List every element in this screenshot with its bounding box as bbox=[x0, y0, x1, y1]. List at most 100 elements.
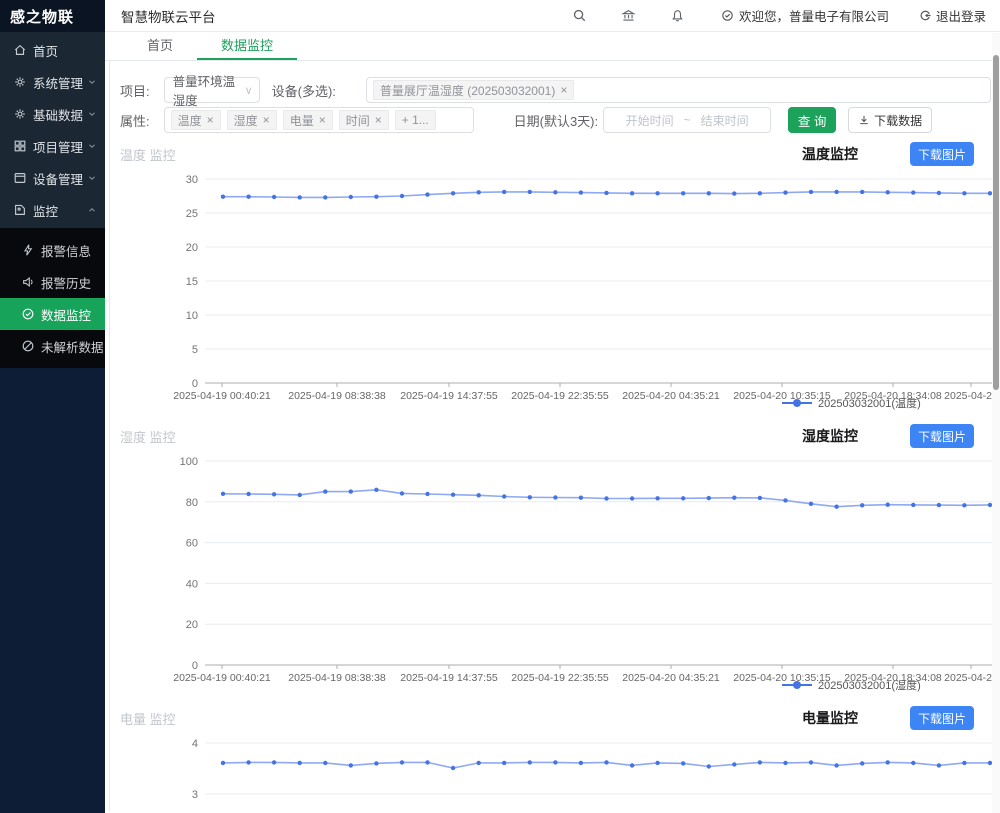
chart-title: 温度监控 bbox=[802, 144, 858, 164]
date-start-placeholder: 开始时间 bbox=[626, 112, 674, 129]
content-panel: 项目: 普量环境温湿度 ∨ 设备(多选): 普量展厅温湿度 (202503032… bbox=[109, 61, 1000, 811]
chart-watermark: 电量 监控 bbox=[120, 709, 802, 728]
sidebar-item-home[interactable]: 首页 bbox=[0, 34, 105, 66]
chart-header: 湿度 监控 湿度监控 下载图片 bbox=[110, 423, 1000, 449]
lightning-icon bbox=[21, 243, 35, 257]
svg-text:2025-04-21: 2025-04-21 bbox=[944, 672, 998, 684]
app-logo: 感之物联 bbox=[0, 0, 105, 32]
remove-tag-icon[interactable]: × bbox=[560, 84, 567, 96]
svg-text:202503032001(湿度): 202503032001(湿度) bbox=[818, 678, 921, 692]
download-image-button[interactable]: 下载图片 bbox=[910, 706, 974, 730]
logout-label: 退出登录 bbox=[936, 6, 986, 25]
gear-icon bbox=[13, 75, 27, 89]
svg-text:2025-04-20 10:35:15: 2025-04-20 10:35:15 bbox=[733, 390, 831, 402]
chart-section-battery: 电量 监控 电量监控 下载图片 43 bbox=[110, 705, 1000, 813]
tag-icon bbox=[13, 203, 27, 217]
query-button[interactable]: 查 询 bbox=[788, 107, 836, 133]
download-icon bbox=[858, 114, 870, 126]
topbar: 智慧物联云平台 欢迎您，普量电子有限公司 退出登录 bbox=[105, 0, 1000, 32]
bell-icon[interactable] bbox=[670, 8, 685, 23]
logout-icon bbox=[919, 9, 932, 22]
date-end-placeholder: 结束时间 bbox=[701, 112, 749, 129]
svg-text:15: 15 bbox=[186, 276, 198, 288]
svg-text:2025-04-20 04:35:21: 2025-04-20 04:35:21 bbox=[622, 672, 720, 684]
chart-watermark: 温度 监控 bbox=[120, 145, 802, 164]
tab-data-monitor[interactable]: 数据监控 bbox=[197, 32, 297, 60]
sidebar-item-system-mgmt[interactable]: 系统管理 bbox=[0, 66, 105, 98]
remove-tag-icon[interactable]: × bbox=[263, 114, 270, 126]
home-icon bbox=[13, 43, 27, 57]
device-label: 设备(多选): bbox=[272, 81, 336, 100]
sidebar-item-alarm-history[interactable]: 报警历史 bbox=[0, 266, 105, 298]
sidebar-filler bbox=[0, 368, 105, 813]
attr-tag: 时间 × bbox=[339, 110, 389, 130]
sidebar-item-data-monitor[interactable]: 数据监控 bbox=[0, 298, 105, 330]
chevron-down-icon bbox=[87, 109, 97, 119]
svg-text:25: 25 bbox=[186, 208, 198, 220]
chart-section-humidity: 湿度 监控 湿度监控 下载图片 0204060801002025-04-19 0… bbox=[110, 423, 1000, 697]
sidebar-item-unparsed-data[interactable]: 未解析数据 bbox=[0, 330, 105, 362]
sidebar-item-alarm-info[interactable]: 报警信息 bbox=[0, 234, 105, 266]
download-data-button[interactable]: 下载数据 bbox=[848, 107, 932, 133]
svg-text:2025-04-19 08:38:38: 2025-04-19 08:38:38 bbox=[288, 390, 386, 402]
sidebar-item-monitor[interactable]: 监控 bbox=[0, 194, 105, 226]
sidebar-item-base-data[interactable]: 基础数据 bbox=[0, 98, 105, 130]
svg-text:60: 60 bbox=[186, 538, 198, 550]
tab-home[interactable]: 首页 bbox=[123, 32, 197, 60]
svg-text:2025-04-19 00:40:21: 2025-04-19 00:40:21 bbox=[173, 672, 271, 684]
svg-text:202503032001(温度): 202503032001(温度) bbox=[818, 396, 921, 410]
attr-multiselect[interactable]: 温度 × 湿度 × 电量 × 时间 × + 1... bbox=[164, 107, 474, 133]
project-select-value: 普量环境温湿度 bbox=[173, 71, 245, 109]
svg-text:3: 3 bbox=[192, 789, 198, 801]
attr-label: 属性: bbox=[120, 111, 150, 130]
check-circle-icon bbox=[721, 9, 734, 22]
chart-header: 电量 监控 电量监控 下载图片 bbox=[110, 705, 1000, 731]
download-image-button[interactable]: 下载图片 bbox=[910, 142, 974, 166]
svg-text:0: 0 bbox=[192, 660, 198, 672]
search-icon[interactable] bbox=[572, 8, 587, 23]
welcome-area: 欢迎您，普量电子有限公司 bbox=[721, 6, 889, 25]
tabbar: 首页 数据监控 bbox=[105, 32, 1000, 61]
device-tag: 普量展厅温湿度 (202503032001) × bbox=[373, 80, 574, 100]
attr-tag: 温度 × bbox=[171, 110, 221, 130]
chevron-down-icon: ∨ bbox=[245, 84, 253, 97]
svg-text:0: 0 bbox=[192, 378, 198, 390]
speaker-icon bbox=[21, 275, 35, 289]
attr-tag: 电量 × bbox=[283, 110, 333, 130]
svg-text:2025-04-19 22:35:55: 2025-04-19 22:35:55 bbox=[511, 672, 609, 684]
remove-tag-icon[interactable]: × bbox=[207, 114, 214, 126]
scrollbar-thumb[interactable] bbox=[993, 55, 999, 390]
svg-text:2025-04-19 00:40:21: 2025-04-19 00:40:21 bbox=[173, 390, 271, 402]
scrollbar-track[interactable] bbox=[992, 33, 1000, 813]
chart-title: 电量监控 bbox=[802, 708, 858, 728]
date-range-input[interactable]: 开始时间 ~ 结束时间 bbox=[603, 107, 771, 133]
device-multiselect[interactable]: 普量展厅温湿度 (202503032001) × bbox=[366, 77, 991, 103]
topbar-actions: 欢迎您，普量电子有限公司 退出登录 bbox=[538, 6, 986, 25]
organization-icon[interactable] bbox=[621, 8, 636, 23]
chart-header: 温度 监控 温度监控 下载图片 bbox=[110, 141, 1000, 167]
page-title: 智慧物联云平台 bbox=[121, 6, 538, 26]
chevron-down-icon bbox=[87, 173, 97, 183]
project-select[interactable]: 普量环境温湿度 ∨ bbox=[164, 77, 260, 103]
welcome-text: 欢迎您，普量电子有限公司 bbox=[739, 6, 889, 25]
grid-icon bbox=[13, 139, 27, 153]
svg-text:20: 20 bbox=[186, 619, 198, 631]
download-image-button[interactable]: 下载图片 bbox=[910, 424, 974, 448]
project-label: 项目: bbox=[120, 81, 150, 100]
sidebar-item-project-mgmt[interactable]: 项目管理 bbox=[0, 130, 105, 162]
filter-row-attrs: 属性: 温度 × 湿度 × 电量 × 时间 bbox=[120, 107, 1000, 133]
remove-tag-icon[interactable]: × bbox=[375, 114, 382, 126]
chevron-down-icon bbox=[87, 77, 97, 87]
remove-tag-icon[interactable]: × bbox=[319, 114, 326, 126]
attr-more-tag: + 1... bbox=[395, 110, 436, 130]
svg-text:2025-04-19 14:37:55: 2025-04-19 14:37:55 bbox=[400, 672, 498, 684]
gear-icon bbox=[13, 107, 27, 121]
main-area: 智慧物联云平台 欢迎您，普量电子有限公司 退出登录 bbox=[105, 0, 1000, 813]
chart-watermark: 湿度 监控 bbox=[120, 427, 802, 446]
chevron-down-icon bbox=[87, 141, 97, 151]
logout-button[interactable]: 退出登录 bbox=[919, 6, 986, 25]
svg-text:30: 30 bbox=[186, 174, 198, 186]
svg-text:40: 40 bbox=[186, 578, 198, 590]
svg-text:10: 10 bbox=[186, 310, 198, 322]
sidebar-item-device-mgmt[interactable]: 设备管理 bbox=[0, 162, 105, 194]
